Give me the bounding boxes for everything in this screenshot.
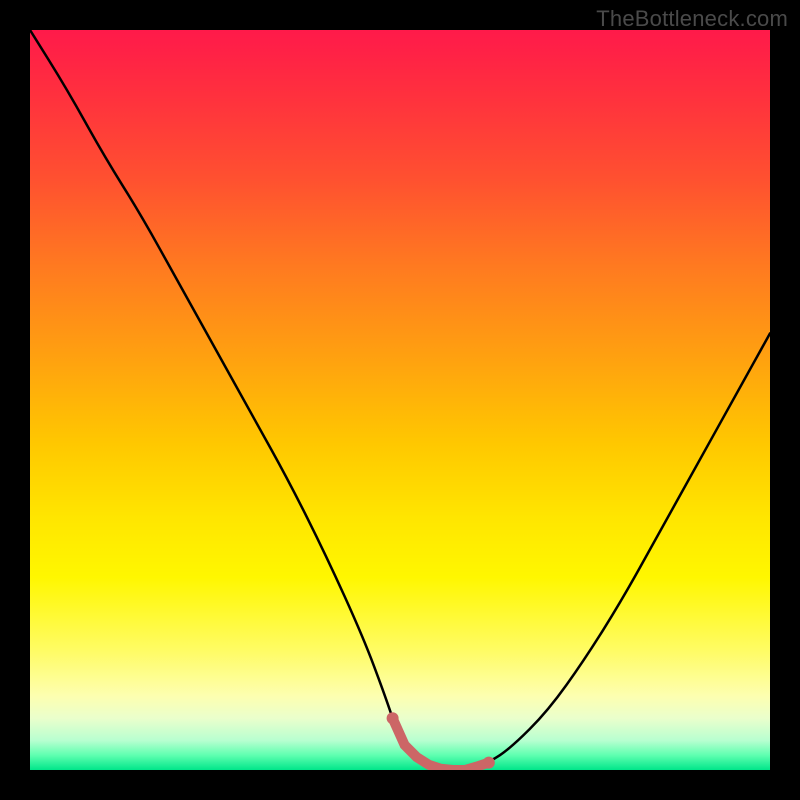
chart-frame: TheBottleneck.com xyxy=(0,0,800,800)
optimal-range-highlight xyxy=(393,718,489,770)
plot-area xyxy=(30,30,770,770)
watermark-text: TheBottleneck.com xyxy=(596,6,788,32)
curve-layer xyxy=(30,30,770,770)
optimal-range-start-dot xyxy=(387,712,399,724)
bottleneck-curve xyxy=(30,30,770,770)
optimal-range-end-dot xyxy=(483,757,495,769)
